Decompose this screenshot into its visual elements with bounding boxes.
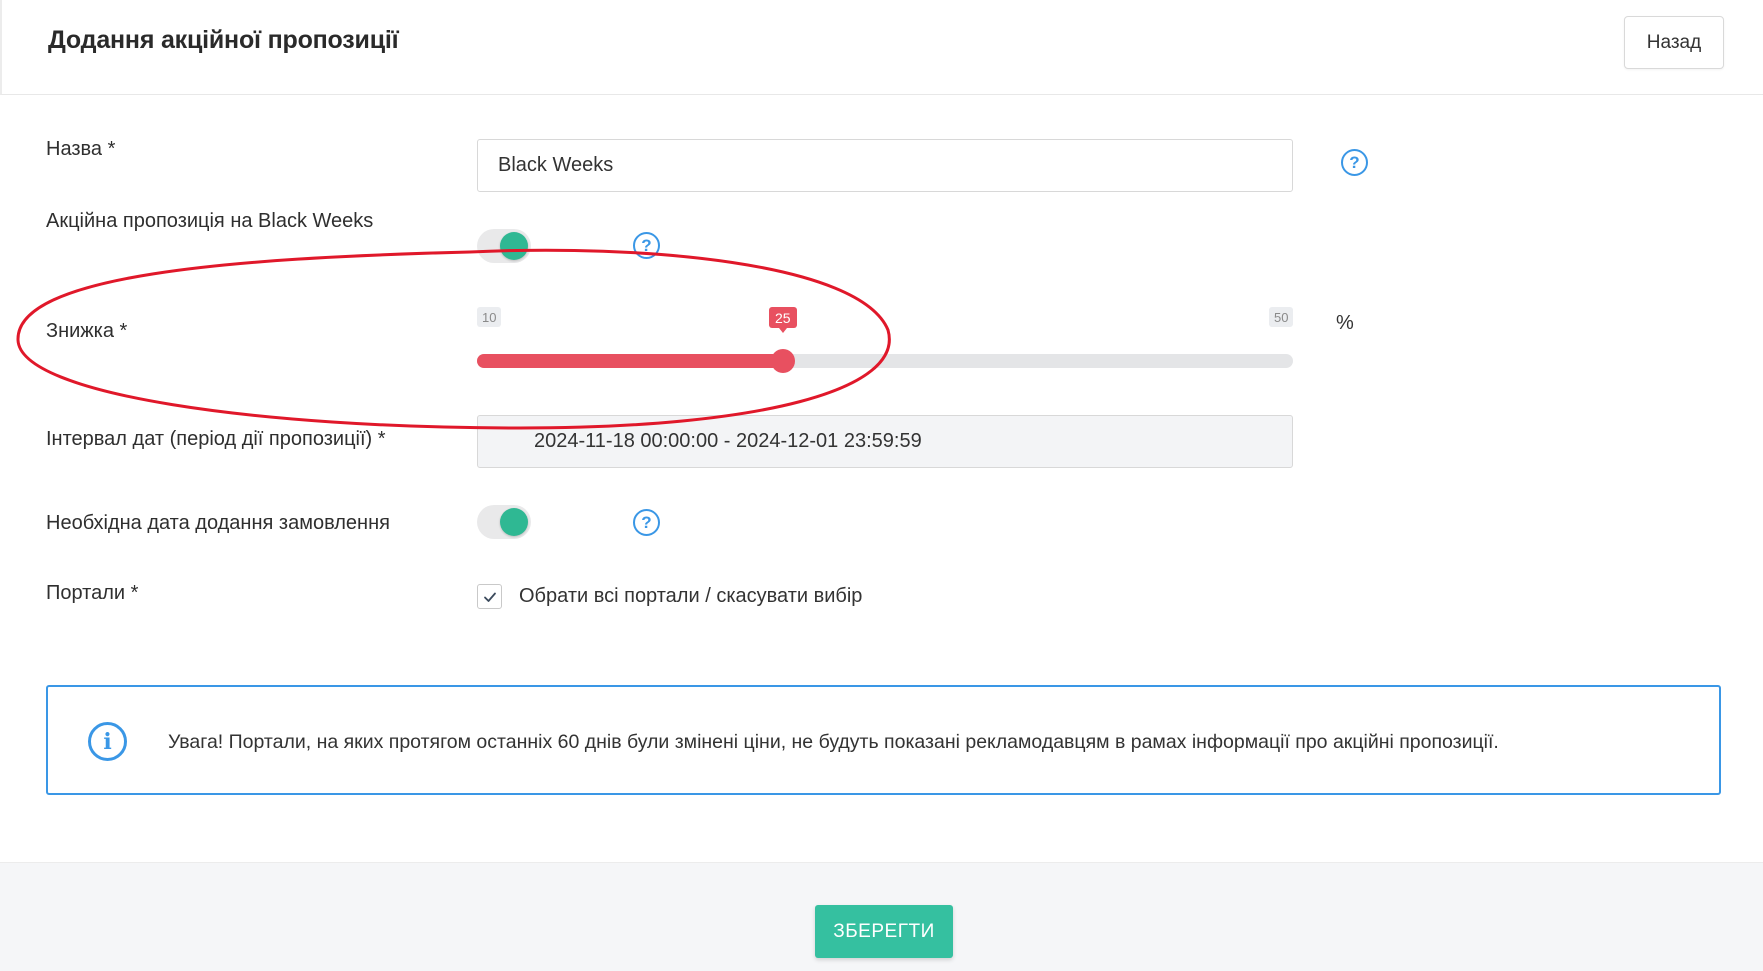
save-button[interactable]: ЗБЕРЕГТИ (815, 905, 953, 958)
portals-label: Портали * (46, 582, 139, 604)
select-all-portals-label[interactable]: Обрати всі портали / скасувати вибір (519, 585, 862, 608)
page-title: Додання акційної пропозиції (48, 26, 399, 54)
check-icon (483, 592, 496, 602)
date-range-label: Інтервал дат (період дії пропозиції) * (46, 428, 386, 450)
order-date-help-icon[interactable]: ? (633, 509, 660, 536)
name-help-icon[interactable]: ? (1341, 149, 1368, 176)
black-weeks-toggle[interactable] (477, 229, 531, 263)
info-alert: i Увага! Портали, на яких протягом остан… (46, 685, 1721, 795)
back-button[interactable]: Назад (1624, 16, 1724, 69)
toggle-knob (500, 508, 528, 536)
select-all-portals-checkbox[interactable] (477, 584, 502, 609)
slider-min-label: 10 (477, 307, 502, 327)
date-range-input[interactable] (477, 415, 1293, 468)
page-header: Додання акційної пропозиції Назад (0, 0, 1763, 95)
discount-slider-handle[interactable] (771, 349, 795, 373)
slider-max-label: 50 (1269, 307, 1294, 327)
alert-text: Увага! Портали, на яких протягом останні… (168, 731, 1499, 753)
black-weeks-help-icon[interactable]: ? (633, 232, 660, 259)
toggle-knob (500, 232, 528, 260)
discount-slider-fill (477, 354, 787, 368)
info-circle-icon: i (88, 722, 127, 761)
discount-label: Знижка * (46, 320, 128, 342)
page: Додання акційної пропозиції Назад Назва … (0, 0, 1763, 971)
form-footer: ЗБЕРЕГТИ (0, 862, 1763, 971)
order-date-toggle[interactable] (477, 505, 531, 539)
slider-value-badge: 25 (769, 307, 797, 333)
order-date-label: Необхідна дата додання замовлення (46, 512, 390, 534)
name-input[interactable] (477, 139, 1293, 192)
name-label: Назва * (46, 138, 116, 160)
discount-unit: % (1336, 312, 1354, 334)
discount-slider-track[interactable] (477, 349, 1293, 373)
black-weeks-label: Акційна пропозиція на Black Weeks (46, 210, 374, 232)
